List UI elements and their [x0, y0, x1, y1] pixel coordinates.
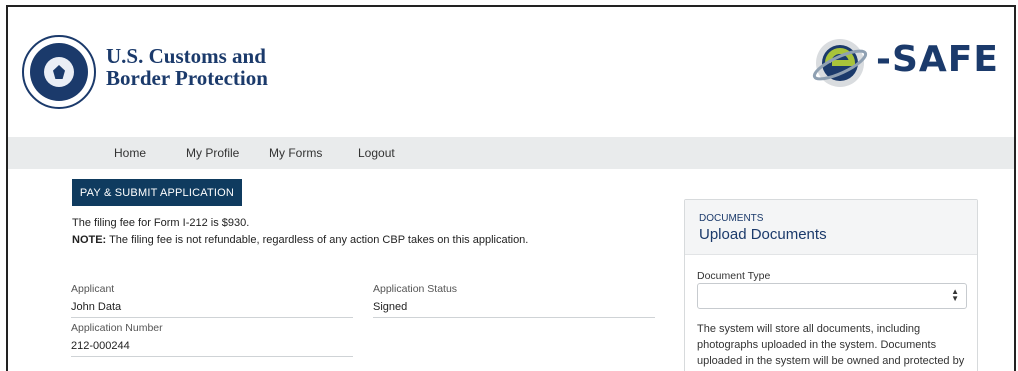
application-status-field: Application Status Signed — [373, 283, 655, 318]
application-number-label: Application Number — [71, 322, 163, 334]
agency-name[interactable]: U.S. Customs and Border Protection — [106, 45, 268, 89]
select-arrows-icon: ▲ ▼ — [951, 287, 959, 303]
documents-description: The system will store all documents, inc… — [697, 323, 965, 367]
application-status-label: Application Status — [373, 283, 458, 295]
applicant-value: John Data — [71, 301, 122, 313]
main-nav: Home My Profile My Forms Logout — [8, 137, 1014, 169]
upload-documents-title: Upload Documents — [699, 226, 827, 243]
e-safe-logo-icon[interactable]: -SAFE — [810, 35, 1006, 91]
note-label: NOTE: — [72, 234, 107, 246]
documents-panel-header: DOCUMENTS Upload Documents — [685, 200, 977, 255]
nav-logout[interactable]: Logout — [358, 146, 395, 160]
documents-panel: DOCUMENTS Upload Documents Document Type… — [684, 199, 978, 371]
document-type-select[interactable]: ▲ ▼ — [697, 283, 967, 309]
dhs-seal-icon — [22, 35, 96, 109]
document-type-label: Document Type — [697, 270, 771, 282]
nav-my-forms[interactable]: My Forms — [269, 146, 322, 160]
agency-name-line2: Border Protection — [106, 66, 268, 90]
applicant-field: Applicant John Data — [71, 283, 353, 318]
application-number-field: Application Number 212-000244 — [71, 322, 353, 357]
filing-fee-text: The filing fee for Form I-212 is $930. — [72, 217, 250, 229]
nav-my-profile[interactable]: My Profile — [186, 146, 239, 160]
agency-name-line1: U.S. Customs and — [106, 44, 266, 68]
app-window: U.S. Customs and Border Protection -SAFE… — [6, 5, 1016, 371]
applicant-label: Applicant — [71, 283, 115, 295]
application-status-value: Signed — [373, 301, 408, 313]
application-number-value: 212-000244 — [71, 340, 130, 352]
fee-note: NOTE: The filing fee is not refundable, … — [72, 234, 528, 246]
documents-kicker: DOCUMENTS — [699, 213, 764, 224]
note-text: The filing fee is not refundable, regard… — [106, 234, 529, 246]
logo-text: -SAFE — [876, 39, 999, 80]
nav-home[interactable]: Home — [114, 146, 146, 160]
site-header: U.S. Customs and Border Protection -SAFE — [8, 7, 1014, 137]
pay-submit-button[interactable]: PAY & SUBMIT APPLICATION — [72, 179, 242, 206]
